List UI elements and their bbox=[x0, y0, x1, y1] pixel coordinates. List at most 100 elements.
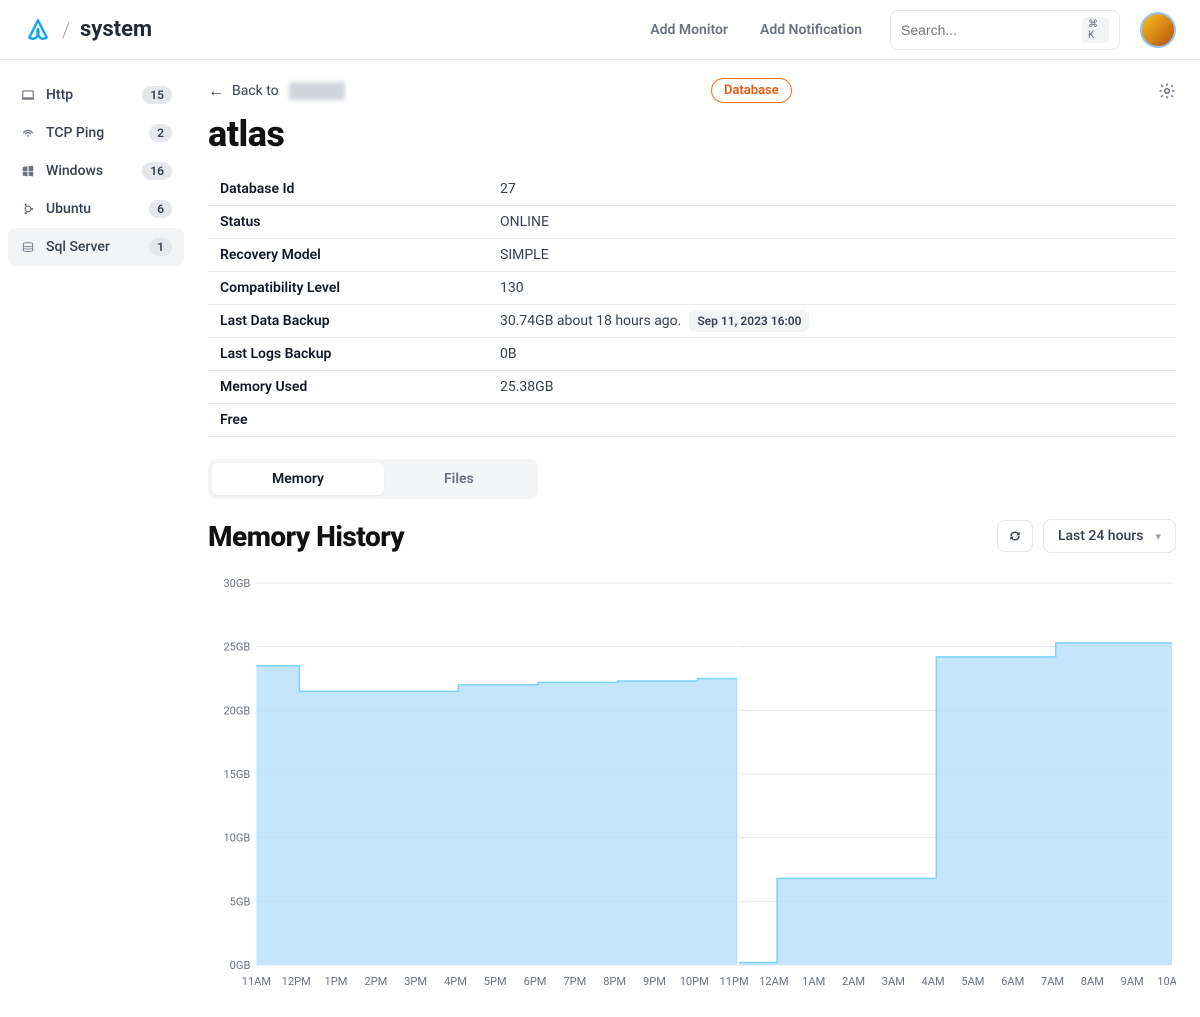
chart-title: Memory History bbox=[208, 520, 997, 553]
sidebar: Http 15 TCP Ping 2 Windows 16 Ubuntu 6 S… bbox=[0, 60, 192, 1017]
svg-text:3AM: 3AM bbox=[882, 975, 905, 988]
svg-text:25GB: 25GB bbox=[223, 641, 250, 654]
svg-text:7PM: 7PM bbox=[563, 975, 586, 988]
sidebar-badge: 6 bbox=[149, 200, 172, 218]
tab-files[interactable]: Files bbox=[384, 463, 534, 495]
gear-icon[interactable] bbox=[1158, 82, 1176, 100]
logo-icon bbox=[24, 16, 52, 44]
main-content: ← Back to Database atlas Database Id27St… bbox=[192, 60, 1200, 1017]
brand-text: system bbox=[80, 17, 152, 42]
table-row: Recovery ModelSIMPLE bbox=[208, 239, 1176, 272]
topbar: ← Back to Database bbox=[208, 78, 1176, 103]
sidebar-item-label: TCP Ping bbox=[46, 125, 139, 141]
detail-key: Last Data Backup bbox=[208, 305, 488, 338]
svg-text:5PM: 5PM bbox=[484, 975, 507, 988]
detail-key: Memory Used bbox=[208, 371, 488, 404]
detail-value: 30.74GB about 18 hours ago.Sep 11, 2023 … bbox=[488, 305, 1176, 338]
tab-memory[interactable]: Memory bbox=[212, 463, 384, 495]
svg-text:9AM: 9AM bbox=[1121, 975, 1144, 988]
header: / system Add Monitor Add Notification ⌘ … bbox=[0, 0, 1200, 60]
svg-text:8AM: 8AM bbox=[1081, 975, 1104, 988]
signal-icon bbox=[20, 125, 36, 141]
svg-text:9PM: 9PM bbox=[643, 975, 666, 988]
back-label: Back to bbox=[232, 83, 279, 99]
svg-text:6PM: 6PM bbox=[524, 975, 547, 988]
svg-text:11PM: 11PM bbox=[720, 975, 749, 988]
svg-text:6AM: 6AM bbox=[1001, 975, 1024, 988]
svg-text:30GB: 30GB bbox=[223, 577, 250, 590]
detail-value: ONLINE bbox=[488, 206, 1176, 239]
ubuntu-icon bbox=[20, 201, 36, 217]
sidebar-item-label: Ubuntu bbox=[46, 201, 139, 217]
detail-value: 0B bbox=[488, 338, 1176, 371]
svg-text:10AM: 10AM bbox=[1157, 975, 1176, 988]
detail-value bbox=[488, 404, 1176, 437]
sidebar-badge: 2 bbox=[149, 124, 172, 142]
svg-text:12AM: 12AM bbox=[759, 975, 788, 988]
detail-key: Compatibility Level bbox=[208, 272, 488, 305]
svg-text:15GB: 15GB bbox=[223, 768, 250, 781]
chart: 0GB5GB10GB15GB20GB25GB30GB11AM12PM1PM2PM… bbox=[208, 573, 1176, 993]
svg-text:2AM: 2AM bbox=[842, 975, 865, 988]
search-kbd: ⌘ K bbox=[1082, 17, 1109, 43]
range-label: Last 24 hours bbox=[1058, 528, 1144, 544]
range-dropdown[interactable]: Last 24 hours ▾ bbox=[1043, 519, 1176, 553]
refresh-button[interactable] bbox=[997, 520, 1033, 552]
sidebar-badge: 16 bbox=[142, 162, 172, 180]
svg-text:5AM: 5AM bbox=[961, 975, 984, 988]
svg-text:10PM: 10PM bbox=[680, 975, 709, 988]
table-row: Free bbox=[208, 404, 1176, 437]
detail-key: Database Id bbox=[208, 173, 488, 206]
table-row: Compatibility Level130 bbox=[208, 272, 1176, 305]
tabs: Memory Files bbox=[208, 459, 538, 499]
svg-text:11AM: 11AM bbox=[242, 975, 271, 988]
detail-key: Recovery Model bbox=[208, 239, 488, 272]
sidebar-badge: 1 bbox=[149, 238, 172, 256]
area-chart[interactable]: 0GB5GB10GB15GB20GB25GB30GB11AM12PM1PM2PM… bbox=[208, 573, 1176, 993]
svg-text:3PM: 3PM bbox=[404, 975, 427, 988]
svg-text:5GB: 5GB bbox=[230, 895, 251, 908]
chevron-down-icon: ▾ bbox=[1155, 530, 1161, 543]
svg-text:7AM: 7AM bbox=[1041, 975, 1064, 988]
back-target-redacted bbox=[289, 82, 345, 100]
svg-text:8PM: 8PM bbox=[603, 975, 626, 988]
sidebar-item-http[interactable]: Http 15 bbox=[8, 76, 184, 114]
sidebar-item-sqlserver[interactable]: Sql Server 1 bbox=[8, 228, 184, 266]
arrow-left-icon: ← bbox=[208, 81, 224, 101]
svg-text:12PM: 12PM bbox=[282, 975, 311, 988]
sqlserver-icon bbox=[20, 239, 36, 255]
sidebar-item-label: Windows bbox=[46, 163, 132, 179]
sidebar-item-label: Http bbox=[46, 87, 132, 103]
svg-text:1AM: 1AM bbox=[802, 975, 825, 988]
table-row: Last Logs Backup0B bbox=[208, 338, 1176, 371]
table-row: Database Id27 bbox=[208, 173, 1176, 206]
svg-text:0GB: 0GB bbox=[230, 959, 251, 972]
type-pill: Database bbox=[711, 78, 792, 103]
sidebar-item-label: Sql Server bbox=[46, 239, 139, 255]
brand[interactable]: / system bbox=[24, 16, 152, 44]
svg-text:10GB: 10GB bbox=[223, 832, 250, 845]
sidebar-item-windows[interactable]: Windows 16 bbox=[8, 152, 184, 190]
slash-separator: / bbox=[62, 18, 70, 42]
sidebar-item-ubuntu[interactable]: Ubuntu 6 bbox=[8, 190, 184, 228]
detail-value: SIMPLE bbox=[488, 239, 1176, 272]
details-table: Database Id27StatusONLINERecovery ModelS… bbox=[208, 173, 1176, 437]
detail-value: 25.38GB bbox=[488, 371, 1176, 404]
add-notification-link[interactable]: Add Notification bbox=[744, 14, 878, 46]
detail-key: Free bbox=[208, 404, 488, 437]
avatar[interactable] bbox=[1140, 12, 1176, 48]
search-input[interactable] bbox=[901, 22, 1082, 38]
add-monitor-link[interactable]: Add Monitor bbox=[634, 14, 744, 46]
sidebar-badge: 15 bbox=[142, 86, 172, 104]
detail-value: 27 bbox=[488, 173, 1176, 206]
search-box[interactable]: ⌘ K bbox=[890, 10, 1120, 50]
timestamp-tag: Sep 11, 2023 16:00 bbox=[689, 310, 809, 332]
svg-text:20GB: 20GB bbox=[223, 704, 250, 717]
table-row: Memory Used25.38GB bbox=[208, 371, 1176, 404]
page-title: atlas bbox=[208, 113, 1176, 155]
chart-header: Memory History Last 24 hours ▾ bbox=[208, 519, 1176, 553]
sidebar-item-tcp-ping[interactable]: TCP Ping 2 bbox=[8, 114, 184, 152]
back-link[interactable]: ← Back to bbox=[208, 81, 345, 101]
detail-key: Last Logs Backup bbox=[208, 338, 488, 371]
laptop-icon bbox=[20, 87, 36, 103]
